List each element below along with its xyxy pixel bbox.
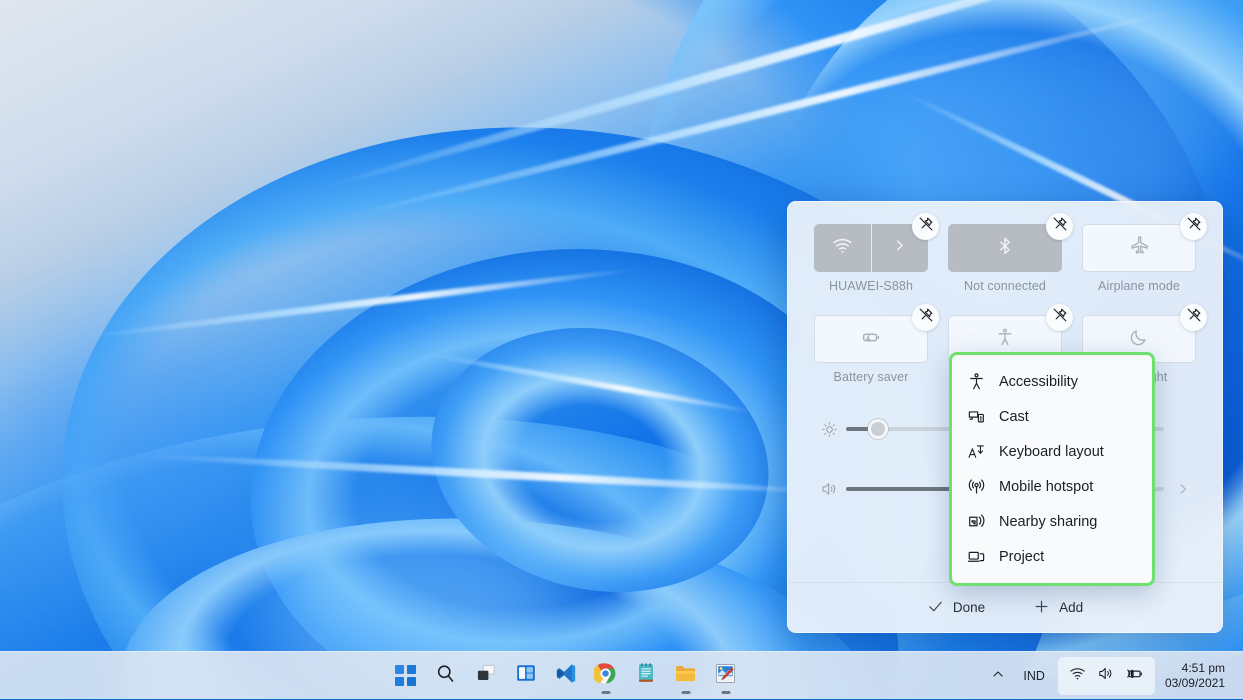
chrome-icon: [592, 662, 617, 690]
menu-item-label: Nearby sharing: [999, 513, 1098, 530]
brightness-slider-thumb[interactable]: [867, 419, 888, 439]
menu-item-label: Accessibility: [999, 373, 1078, 390]
brightness-icon: [814, 421, 844, 438]
task-view-icon: [475, 662, 497, 689]
paint-icon: [714, 662, 737, 690]
volume-icon: [814, 480, 844, 498]
tile-cell-airplane: Airplane mode: [1082, 213, 1207, 293]
quick-tile-battery-saver[interactable]: [814, 315, 928, 363]
quick-tile-airplane-mode[interactable]: [1082, 224, 1196, 272]
notepad-icon: [635, 662, 657, 689]
volume-icon: [1097, 665, 1114, 687]
menu-item-label: Cast: [999, 408, 1029, 425]
task-view-button[interactable]: [466, 656, 506, 696]
wifi-toggle-half[interactable]: [814, 224, 871, 272]
menu-item-mobile-hotspot[interactable]: Mobile hotspot: [952, 469, 1152, 504]
start-button[interactable]: [386, 656, 426, 696]
widgets-icon: [515, 662, 537, 689]
plus-icon: [1033, 598, 1050, 618]
menu-item-nearby-sharing[interactable]: Nearby sharing: [952, 504, 1152, 539]
add-label: Add: [1059, 600, 1084, 615]
tile-cell-bluetooth: Not connected: [948, 213, 1073, 293]
wifi-icon: [1069, 665, 1086, 687]
tile-label-wifi: HUAWEI-S88h: [829, 279, 913, 293]
paint-app[interactable]: [706, 656, 746, 696]
quick-settings-footer: Done Add: [788, 582, 1222, 632]
search-icon: [435, 663, 456, 689]
project-icon: [966, 547, 986, 566]
wallpaper-glow: [0, 340, 260, 560]
menu-item-project[interactable]: Project: [952, 539, 1152, 574]
notepad-app[interactable]: [626, 656, 666, 696]
tile-cell-wifi: HUAWEI-S88h: [814, 213, 939, 293]
unpin-icon: [918, 216, 934, 237]
nearby-sharing-icon: [966, 512, 986, 531]
menu-item-label: Keyboard layout: [999, 443, 1104, 460]
keyboard-layout-icon: [966, 442, 986, 461]
vs-code-app[interactable]: [546, 656, 586, 696]
mobile-hotspot-icon: [966, 477, 986, 496]
unpin-button-hidden[interactable]: [1046, 304, 1073, 331]
tile-label-bluetooth: Not connected: [964, 279, 1046, 293]
add-button[interactable]: Add: [1024, 593, 1092, 623]
taskbar-app-list: [386, 656, 746, 696]
unpin-button-bluetooth[interactable]: [1046, 213, 1073, 240]
done-button[interactable]: Done: [918, 593, 994, 623]
menu-item-keyboard-layout[interactable]: Keyboard layout: [952, 434, 1152, 469]
battery-icon: [1125, 664, 1144, 688]
clock-time: 4:51 pm: [1181, 660, 1225, 675]
chevron-up-icon: [991, 667, 1005, 684]
chrome-app[interactable]: [586, 656, 626, 696]
unpin-icon: [1052, 307, 1068, 328]
clock[interactable]: 4:51 pm 03/09/2021: [1159, 661, 1233, 691]
bluetooth-icon: [995, 236, 1015, 261]
system-tray: IND 4:51 pm 03/09/2021: [982, 652, 1233, 700]
unpin-button-airplane[interactable]: [1180, 213, 1207, 240]
tile-label-battery-saver: Battery saver: [833, 370, 909, 384]
wifi-icon: [832, 235, 853, 261]
chevron-right-icon: [892, 238, 907, 258]
tile-label-airplane: Airplane mode: [1098, 279, 1180, 293]
unpin-icon: [1186, 307, 1202, 328]
add-tile-menu: Accessibility Cast Keyboard layout Mobil…: [949, 352, 1155, 586]
menu-item-accessibility[interactable]: Accessibility: [952, 364, 1152, 399]
running-indicator: [681, 690, 690, 694]
unpin-icon: [918, 307, 934, 328]
running-indicator: [721, 690, 730, 694]
unpin-icon: [1052, 216, 1068, 237]
widgets-button[interactable]: [506, 656, 546, 696]
battery-saver-icon: [860, 326, 882, 353]
menu-item-cast[interactable]: Cast: [952, 399, 1152, 434]
show-hidden-icons-button[interactable]: [982, 659, 1014, 693]
quick-tile-bluetooth[interactable]: [948, 224, 1062, 272]
check-icon: [927, 598, 944, 618]
unpin-button-battery-saver[interactable]: [912, 304, 939, 331]
running-indicator: [601, 690, 610, 694]
done-label: Done: [952, 600, 986, 615]
menu-item-label: Project: [999, 548, 1045, 565]
cast-icon: [966, 407, 986, 426]
accessibility-icon: [995, 327, 1015, 352]
vs-code-icon: [554, 662, 577, 690]
quick-tile-wifi[interactable]: [814, 224, 928, 272]
unpin-button-night-light[interactable]: [1180, 304, 1207, 331]
tile-cell-battery-saver: Battery saver: [814, 304, 939, 384]
file-explorer-app[interactable]: [666, 656, 706, 696]
unpin-button-wifi[interactable]: [912, 213, 939, 240]
volume-output-selector[interactable]: [1170, 482, 1196, 496]
windows-logo-icon: [395, 665, 416, 686]
accessibility-icon: [966, 372, 986, 391]
search-button[interactable]: [426, 656, 466, 696]
airplane-icon: [1129, 235, 1150, 261]
unpin-icon: [1186, 216, 1202, 237]
tray-status-group[interactable]: [1057, 656, 1155, 695]
language-indicator[interactable]: IND: [1014, 659, 1054, 693]
folder-icon: [674, 662, 697, 690]
night-light-icon: [1129, 327, 1149, 352]
clock-date: 03/09/2021: [1164, 675, 1225, 690]
menu-item-label: Mobile hotspot: [999, 478, 1094, 495]
taskbar: IND 4:51 pm 03/09/2021: [0, 651, 1243, 699]
